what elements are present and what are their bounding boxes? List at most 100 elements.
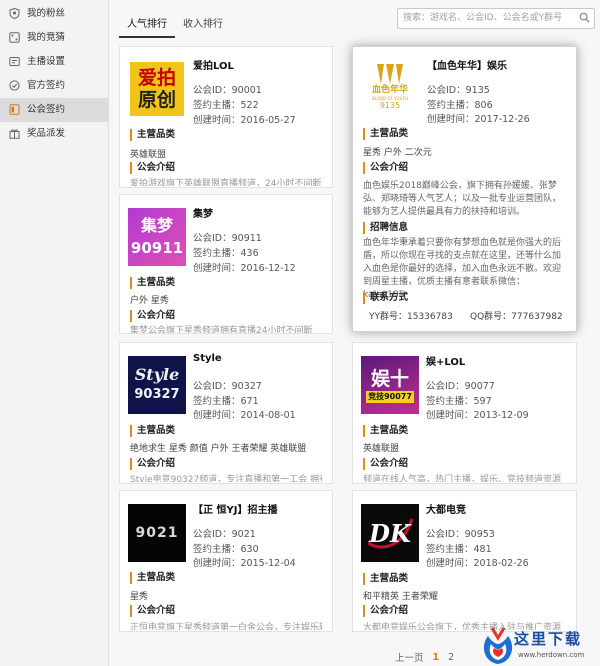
guild-name[interactable]: 爱拍LOL	[193, 57, 234, 72]
guild-id: 公会ID：90001	[193, 85, 262, 96]
logo-text: 9021	[135, 525, 179, 541]
yy-group[interactable]: YY群号：15336783	[369, 309, 453, 322]
guild-logo: 集梦 90911	[128, 208, 186, 266]
section-intro: 公会介绍	[130, 458, 175, 470]
sidebar-item-official-sign[interactable]: 官方签约	[0, 74, 108, 98]
settings-icon	[9, 56, 20, 67]
dice-icon	[9, 32, 20, 43]
section-intro: 公会介绍	[363, 162, 408, 174]
watermark-logo-icon	[483, 627, 513, 664]
section-categories: 主营品类	[130, 129, 175, 141]
pagination: 上一页 1 2	[282, 650, 454, 665]
guild-logo: 爱拍 原创	[128, 60, 186, 118]
ranking-tabs: 人气排行 收入排行	[119, 14, 231, 38]
sidebar-item-prize[interactable]: 奖品派发	[0, 122, 108, 146]
section-intro: 公会介绍	[363, 458, 408, 470]
tab-income[interactable]: 收入排行	[175, 14, 231, 36]
sidebar-item-fans[interactable]: 我的粉丝	[0, 2, 108, 26]
categories-value: 户外 星秀	[130, 296, 169, 306]
recruit-text: 血色年华秉承着只要你有梦想血色就是你强大的后盾，所以你现在寻找的支点就在这里，还…	[363, 238, 562, 300]
guild-name[interactable]: 集梦	[193, 205, 213, 220]
page-2-button[interactable]: 2	[448, 652, 454, 663]
signed-count: 签约主播：806	[427, 100, 493, 111]
guild-logo: DK	[361, 504, 419, 562]
signed-count: 签约主播：481	[426, 544, 492, 555]
guild-logo: 9021	[128, 504, 186, 562]
intro-text: 爱拍游戏旗下英雄联盟直播频道，24小时不间断	[130, 179, 322, 186]
logo-text: Style	[134, 365, 180, 384]
sidebar: 我的粉丝 我的竞猜 主播设置 官方签约 公会签约 奖品派发	[0, 0, 109, 666]
sidebar-item-label: 官方签约	[27, 80, 66, 91]
guild-card[interactable]: DK 大都电竞 公会ID：90953 签约主播：481 创建时间：2018-02…	[352, 490, 577, 632]
guild-id: 公会ID：90911	[193, 233, 262, 244]
guild-id: 公会ID：90077	[426, 381, 495, 392]
sidebar-item-guess[interactable]: 我的竞猜	[0, 26, 108, 50]
created-date: 创建时间：2015-12-04	[193, 558, 296, 569]
prev-page-button[interactable]: 上一页	[395, 650, 424, 664]
guild-id: 公会ID：9021	[193, 529, 256, 540]
logo-text: 竞技90077	[366, 391, 414, 403]
created-date: 创建时间：2018-02-26	[426, 558, 529, 569]
sidebar-item-label: 主播设置	[27, 56, 66, 67]
guild-id: 公会ID：9135	[427, 85, 490, 96]
section-intro: 公会介绍	[363, 605, 408, 617]
signed-count: 签约主播：671	[193, 396, 259, 407]
search-input[interactable]	[398, 9, 577, 26]
section-categories: 主营品类	[130, 277, 175, 289]
guild-logo: 血色年华 BLOOD OF YOUTH 9135	[361, 57, 419, 115]
categories-value: 和平精英 王者荣耀	[363, 592, 438, 602]
categories-value: 星秀	[130, 592, 149, 602]
guild-name[interactable]: 【血色年华】娱乐	[427, 57, 507, 72]
logo-text: 爱拍	[137, 67, 176, 89]
guild-logo: 娱十 竞技90077	[361, 356, 419, 414]
signed-count: 签约主播：522	[193, 100, 259, 111]
intro-text: Style电竞90327频道，专注直播和第一工会 拥有	[130, 475, 322, 482]
logo-text: 娱十	[370, 368, 409, 390]
section-recruit: 招聘信息	[363, 222, 408, 234]
qq-group[interactable]: QQ群号：777637982	[470, 309, 563, 322]
guild-card[interactable]: 娱十 竞技90077 娱+LOL 公会ID：90077 签约主播：597 创建时…	[352, 342, 577, 484]
intro-text: 集梦公会旗下星秀频道拥有直播24小时不间断	[130, 326, 313, 333]
section-intro: 公会介绍	[130, 605, 175, 617]
page-1-button[interactable]: 1	[433, 652, 440, 663]
created-date: 创建时间：2014-08-01	[193, 410, 296, 421]
guild-name[interactable]: 娱+LOL	[426, 353, 465, 368]
section-categories: 主营品类	[130, 425, 175, 437]
section-contact: 联系方式	[363, 292, 408, 304]
guild-name[interactable]: Style	[193, 353, 222, 364]
section-categories: 主营品类	[363, 128, 408, 140]
sidebar-item-streamer-settings[interactable]: 主播设置	[0, 50, 108, 74]
guild-name[interactable]: 大都电竞	[426, 501, 466, 516]
gift-icon	[9, 128, 20, 139]
guild-card[interactable]: 爱拍 原创 爱拍LOL 公会ID：90001 签约主播：522 创建时间：201…	[119, 46, 333, 188]
guild-name[interactable]: 【正 恒YJ】招主播	[193, 501, 277, 516]
logo-text: 90911	[130, 239, 184, 257]
categories-value: 绝地求生 星秀 颜值 户外 王者荣耀 英雄联盟	[130, 444, 307, 454]
signed-count: 签约主播：630	[193, 544, 259, 555]
intro-text: 血色娱乐2018巅峰公会，旗下拥有孙媛媛、张梦弘、郑晓琦等人气艺人；以及一批专业…	[363, 181, 562, 217]
guild-card[interactable]: Style 90327 Style 公会ID：90327 签约主播：671 创建…	[119, 342, 333, 484]
sidebar-item-label: 我的竞猜	[27, 32, 66, 43]
signed-count: 签约主播：436	[193, 248, 259, 259]
logo-emblem	[377, 63, 403, 84]
section-categories: 主营品类	[363, 425, 408, 437]
site-watermark: 这里下载 www.herdown.com	[478, 622, 600, 666]
categories-value: 星秀 户外 二次元	[363, 148, 432, 158]
categories-value: 英雄联盟	[130, 150, 167, 160]
intro-text: 频道在线人气高，热门主播，娱乐、竞技频道资源	[363, 475, 562, 482]
watermark-url: www.herdown.com	[518, 651, 585, 659]
section-categories: 主营品类	[130, 572, 175, 584]
guild-logo: Style 90327	[128, 356, 186, 414]
sidebar-item-guild-sign[interactable]: 公会签约	[0, 98, 108, 122]
main-panel: 人气排行 收入排行 爱拍 原创 爱拍LOL 公会ID：90001 签约主播：52…	[109, 0, 600, 666]
created-date: 创建时间：2017-12-26	[427, 114, 530, 125]
search-box	[397, 8, 595, 29]
intro-text: 正恒电竞旗下星秀频道第一白金公会，专注娱乐新	[130, 623, 322, 630]
tab-popularity[interactable]: 人气排行	[119, 14, 175, 38]
search-icon[interactable]	[579, 12, 590, 26]
created-date: 创建时间：2016-12-12	[193, 263, 296, 274]
contract-icon	[9, 104, 20, 115]
guild-card[interactable]: 9021 【正 恒YJ】招主播 公会ID：9021 签约主播：630 创建时间：…	[119, 490, 333, 632]
guild-card-highlighted[interactable]: 血色年华 BLOOD OF YOUTH 9135 【血色年华】娱乐 公会ID：9…	[352, 46, 577, 332]
guild-card[interactable]: 集梦 90911 集梦 公会ID：90911 签约主播：436 创建时间：201…	[119, 194, 333, 334]
